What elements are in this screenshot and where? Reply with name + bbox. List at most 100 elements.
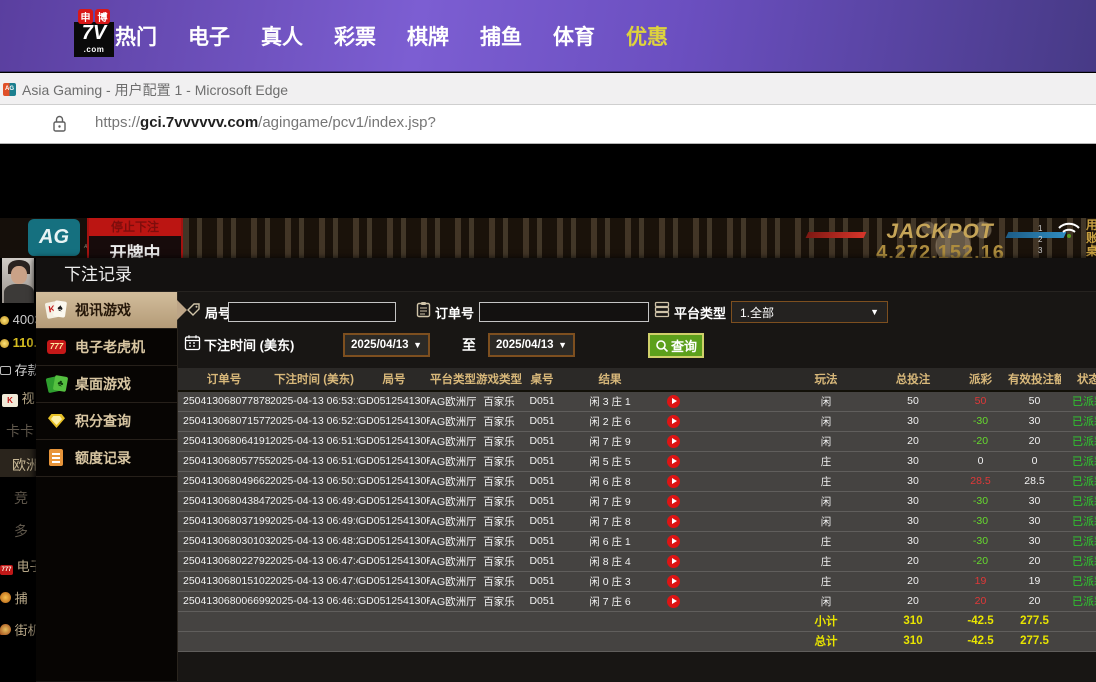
cell-payout: -30 bbox=[953, 530, 1008, 552]
play-icon[interactable] bbox=[666, 414, 680, 428]
avatar[interactable] bbox=[2, 258, 34, 303]
gem-icon bbox=[46, 411, 68, 431]
search-button-label: 查询 bbox=[670, 339, 697, 354]
cell-replay bbox=[658, 430, 688, 452]
play-icon[interactable] bbox=[666, 534, 680, 548]
url-text[interactable]: https://gci.7vvvvvv.com/agingame/pcv1/in… bbox=[95, 114, 436, 131]
cell-replay bbox=[658, 570, 688, 592]
sidebar-item-slot-machines[interactable]: 777 电子老虎机 bbox=[36, 329, 177, 366]
cell-valid-bet: 30 bbox=[1008, 410, 1061, 432]
cell-replay bbox=[658, 470, 688, 492]
deposit-item[interactable]: 存款 bbox=[0, 360, 41, 379]
platform-type-select[interactable]: 1.全部 ▼ bbox=[731, 301, 888, 323]
column-header-0: 订单号 bbox=[178, 368, 270, 392]
cell-bet-time: 2025-04-13 06:51:07 bbox=[270, 450, 358, 472]
column-header-12: 有效投注额 bbox=[1008, 368, 1061, 392]
sidebar-item-credit-records[interactable]: 额度记录 bbox=[36, 440, 177, 477]
cell-replay bbox=[658, 590, 688, 612]
nav-item-fishing[interactable]: 捕鱼 bbox=[480, 21, 522, 51]
slot-777-icon: 777 bbox=[46, 337, 68, 357]
cell-bet-time: 2025-04-13 06:47:47 bbox=[270, 550, 358, 572]
nav-item-promo[interactable]: 优惠 bbox=[626, 21, 668, 51]
play-icon[interactable] bbox=[666, 454, 680, 468]
multi-item[interactable]: 多 bbox=[14, 521, 28, 541]
cell-game-type: 百家乐 bbox=[476, 550, 522, 572]
cell-result: 闲 3 庄 1 bbox=[562, 390, 658, 412]
cell-payout: -30 bbox=[953, 490, 1008, 512]
nav-item-lottery[interactable]: 彩票 bbox=[334, 21, 376, 51]
url-scheme: https:// bbox=[95, 114, 141, 131]
total-cell-result bbox=[562, 610, 658, 632]
card-item[interactable]: 卡卡 bbox=[6, 421, 34, 441]
nav-item-hot[interactable]: 热门 bbox=[115, 21, 157, 51]
play-icon[interactable] bbox=[666, 434, 680, 448]
cell-bet-time: 2025-04-13 06:53:10 bbox=[270, 390, 358, 412]
sidebar-item-points-query[interactable]: 积分查询 bbox=[36, 403, 177, 440]
total-cell-play-type: 小计 bbox=[779, 610, 873, 632]
fishing-item[interactable]: 捕 bbox=[0, 588, 28, 607]
coin-icon bbox=[0, 339, 9, 348]
cell-result: 闲 0 庄 3 bbox=[562, 570, 658, 592]
cell-valid-bet: 20 bbox=[1008, 430, 1061, 452]
cell-order-no: 250413068015102 bbox=[178, 570, 270, 592]
lock-icon[interactable] bbox=[52, 115, 67, 133]
total-cell-game-type bbox=[476, 610, 522, 632]
cell-round-no: GD051254130PI bbox=[358, 490, 430, 512]
sidebar-item-table-games[interactable]: ♣ 桌面游戏 bbox=[36, 366, 177, 403]
address-bar[interactable]: https://gci.7vvvvvv.com/agingame/pcv1/in… bbox=[0, 105, 1096, 144]
play-icon[interactable] bbox=[666, 394, 680, 408]
column-header-9: 玩法 bbox=[779, 368, 873, 392]
cell-result: 闲 7 庄 8 bbox=[562, 510, 658, 532]
cell-status: 已派彩 bbox=[1061, 450, 1096, 472]
date-from-button[interactable]: 2025/04/13 ▼ bbox=[343, 333, 430, 357]
cell-platform-type: AG欧洲厅 bbox=[430, 510, 476, 532]
cell-payout: 19 bbox=[953, 570, 1008, 592]
cell-play-type: 庄 bbox=[779, 530, 873, 552]
play-icon[interactable] bbox=[666, 594, 680, 608]
platform-type-label: 平台类型 bbox=[674, 306, 727, 321]
cell-payout: -20 bbox=[953, 550, 1008, 572]
cell-status: 已派彩 bbox=[1061, 490, 1096, 512]
cell-spacer bbox=[688, 590, 779, 612]
cell-order-no: 250413068057755 bbox=[178, 450, 270, 472]
column-header-2: 局号 bbox=[358, 368, 430, 392]
sport-item[interactable]: 竞 bbox=[14, 488, 28, 508]
cell-round-no: GD051254130PG bbox=[358, 530, 430, 552]
arcade-item[interactable]: 街机 bbox=[0, 620, 41, 639]
play-icon[interactable] bbox=[666, 494, 680, 508]
cell-game-type: 百家乐 bbox=[476, 530, 522, 552]
table-row: 250413068064191 2025-04-13 06:51:50 GD0512… bbox=[178, 430, 1096, 452]
order-no-input[interactable] bbox=[479, 302, 649, 322]
site-logo[interactable]: 申 博 7V .com bbox=[74, 9, 114, 57]
nav-item-live[interactable]: 真人 bbox=[261, 21, 303, 51]
video-games-item[interactable]: K 视 bbox=[2, 388, 35, 407]
cell-valid-bet: 19 bbox=[1008, 570, 1061, 592]
cell-play-type: 庄 bbox=[779, 470, 873, 492]
cell-payout: -30 bbox=[953, 410, 1008, 432]
play-icon[interactable] bbox=[666, 514, 680, 528]
date-to-button[interactable]: 2025/04/13 ▼ bbox=[488, 333, 575, 357]
nav-item-slots[interactable]: 电子 bbox=[188, 21, 230, 51]
cell-spacer bbox=[688, 530, 779, 552]
nav-item-board[interactable]: 棋牌 bbox=[407, 21, 449, 51]
play-icon[interactable] bbox=[666, 474, 680, 488]
logo-main: 7V bbox=[74, 22, 114, 45]
nav-menu: 热门 电子 真人 彩票 棋牌 捕鱼 体育 优惠 bbox=[115, 0, 668, 72]
cards-icon: K bbox=[2, 394, 18, 407]
play-icon[interactable] bbox=[666, 574, 680, 588]
search-button[interactable]: 查询 bbox=[648, 333, 704, 358]
cell-game-type: 百家乐 bbox=[476, 430, 522, 452]
cell-result: 闲 6 庄 1 bbox=[562, 530, 658, 552]
sidebar-item-video-games[interactable]: K ♠ 视讯游戏 bbox=[36, 292, 187, 329]
cell-total-bet: 20 bbox=[873, 550, 953, 572]
round-no-input[interactable] bbox=[228, 302, 396, 322]
play-icon[interactable] bbox=[666, 554, 680, 568]
cell-valid-bet: 0 bbox=[1008, 450, 1061, 472]
window-titlebar: AG Asia Gaming - 用户配置 1 - Microsoft Edge bbox=[0, 73, 1096, 105]
cell-valid-bet: 28.5 bbox=[1008, 470, 1061, 492]
cell-platform-type: AG欧洲厅 bbox=[430, 570, 476, 592]
total-cell-order-no bbox=[178, 610, 270, 632]
cell-table-no: D051 bbox=[522, 410, 562, 432]
nav-item-sports[interactable]: 体育 bbox=[553, 21, 595, 51]
stage-user-labels: 用户名 账户余 桌台额 bbox=[1086, 219, 1096, 258]
